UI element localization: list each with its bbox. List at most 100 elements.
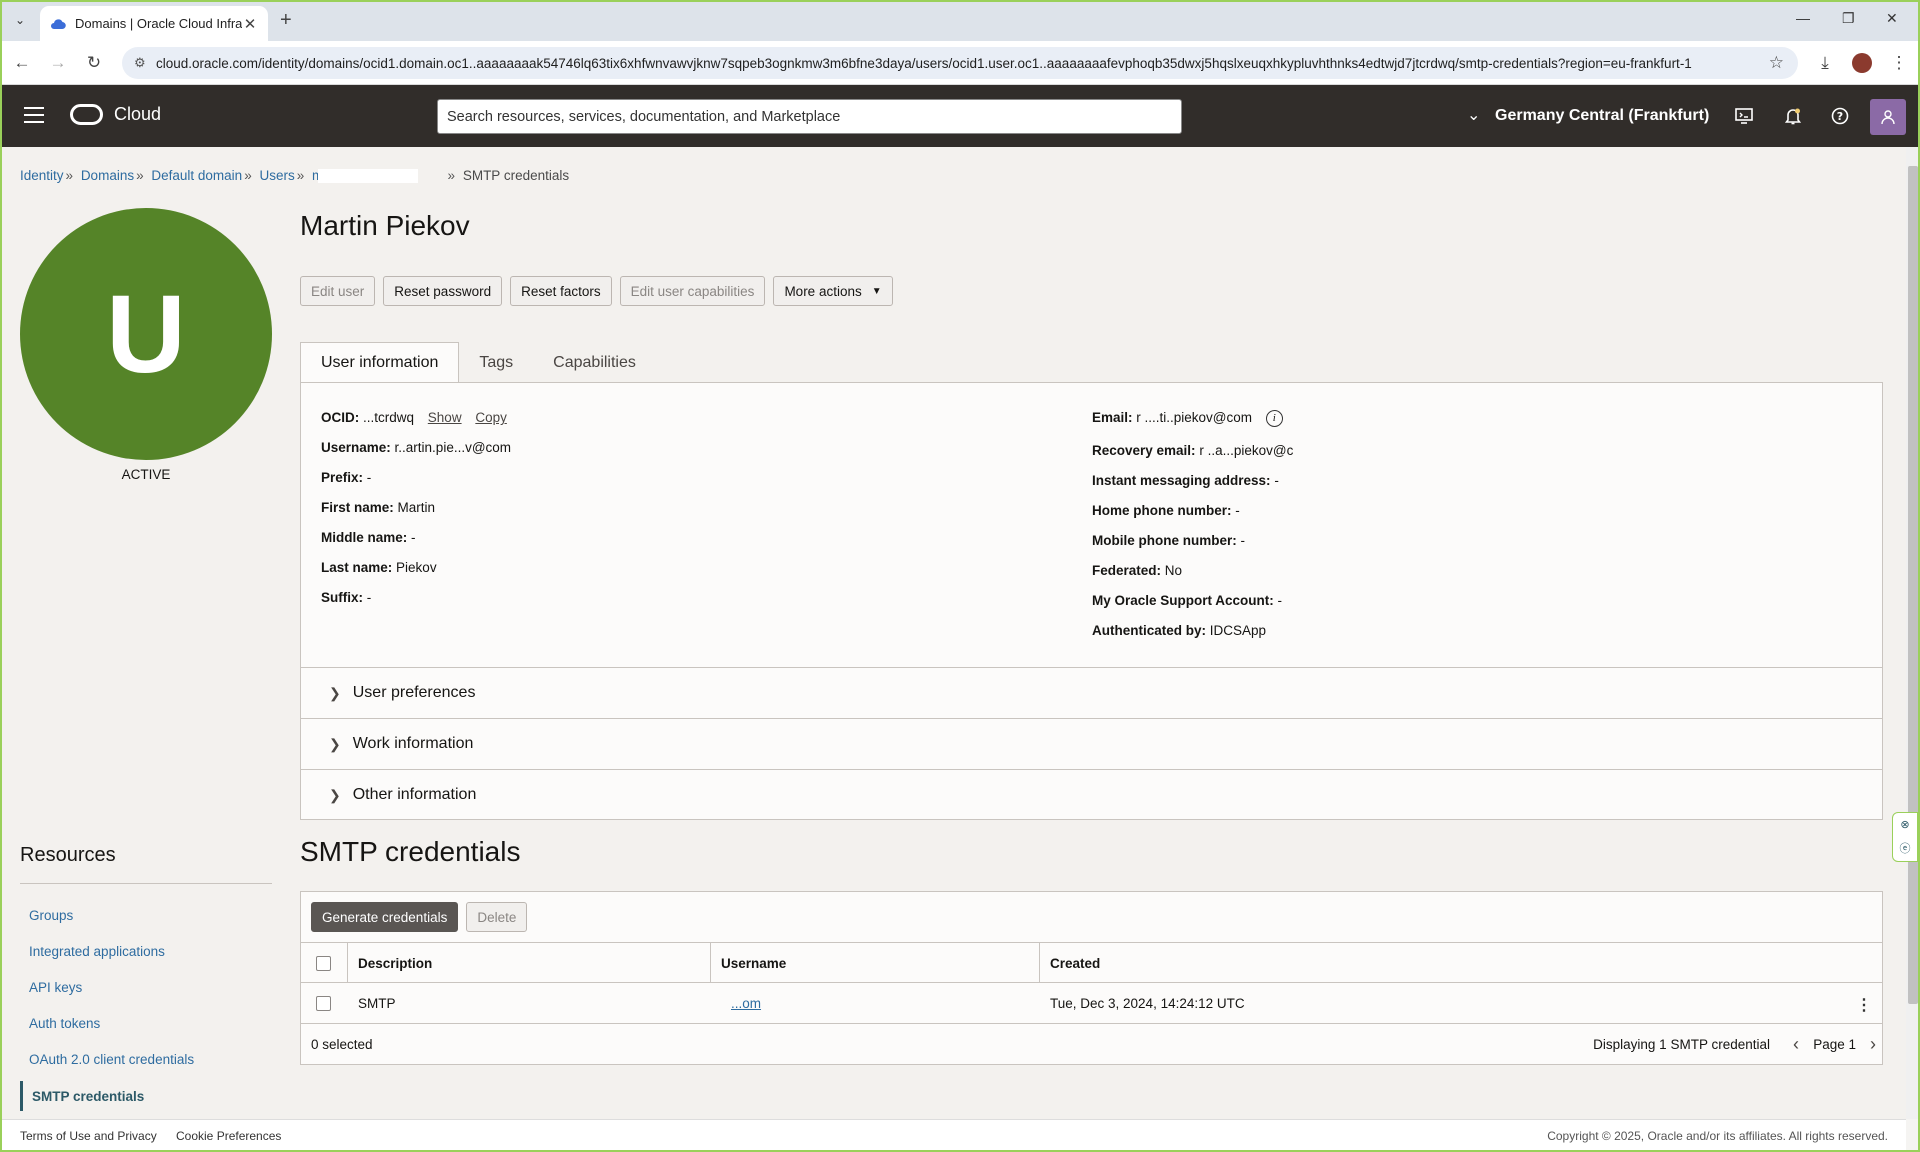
accordion-user-preferences[interactable]: ❯ User preferences xyxy=(301,667,1882,718)
region-chevron-down-icon[interactable]: ⌄ xyxy=(1467,105,1480,125)
smtp-section-title: SMTP credentials xyxy=(300,836,521,867)
edit-user-button[interactable]: Edit user xyxy=(300,276,376,306)
hamburger-menu-icon[interactable] xyxy=(24,107,44,123)
cookie-preferences-link[interactable]: Cookie Preferences xyxy=(176,1129,281,1143)
browser-menu-icon[interactable]: ⋮ xyxy=(1887,51,1911,75)
back-icon[interactable]: ← xyxy=(10,51,34,75)
region-selector[interactable]: Germany Central (Frankfurt) xyxy=(1495,107,1709,125)
user-profile-icon[interactable] xyxy=(1870,99,1906,135)
row-checkbox[interactable] xyxy=(316,995,331,1011)
user-tabs: User information Tags Capabilities xyxy=(300,342,656,383)
info-icon[interactable]: i xyxy=(1265,410,1283,427)
cloud-shell-icon[interactable] xyxy=(1733,105,1755,127)
federated-field: Federated: No xyxy=(1092,563,1183,578)
delete-button[interactable]: Delete xyxy=(466,902,528,932)
new-tab-icon[interactable]: + xyxy=(280,9,292,32)
oracle-header: Cloud Search resources, services, docume… xyxy=(0,85,1920,147)
page-title: Martin Piekov xyxy=(300,210,470,241)
ocid-show-link[interactable]: Show xyxy=(428,410,462,425)
breadcrumb-current: SMTP credentials xyxy=(462,168,570,183)
restore-icon[interactable]: ❐ xyxy=(1842,10,1855,27)
breadcrumb-domains[interactable]: Domains xyxy=(81,168,134,183)
reset-factors-button[interactable]: Reset factors xyxy=(510,276,612,306)
select-all-cell xyxy=(301,943,348,983)
page-scrollbar-thumb[interactable] xyxy=(1908,166,1918,1004)
previous-page-icon[interactable]: ‹ xyxy=(1793,1034,1799,1055)
accordion-other-information[interactable]: ❯ Other information xyxy=(301,769,1882,820)
browser-profile-avatar[interactable] xyxy=(1852,53,1872,73)
minimize-icon[interactable]: — xyxy=(1796,10,1810,26)
table-toolbar: Generate credentials Delete xyxy=(311,902,528,932)
authenticated-by-field: Authenticated by: IDCSApp xyxy=(1092,623,1267,638)
select-all-checkbox[interactable] xyxy=(316,955,331,971)
more-actions-button[interactable]: More actions ▼ xyxy=(773,276,893,306)
brand-label[interactable]: Cloud xyxy=(114,104,161,125)
browser-tab-bar: ⌄ Domains | Oracle Cloud Infrastr ✕ + — … xyxy=(0,0,1920,41)
resource-groups[interactable]: Groups xyxy=(20,900,280,930)
edit-user-capabilities-button[interactable]: Edit user capabilities xyxy=(619,276,766,306)
home-phone-field: Home phone number: - xyxy=(1092,503,1240,518)
reload-icon[interactable]: ↻ xyxy=(82,51,106,75)
terms-link[interactable]: Terms of Use and Privacy xyxy=(20,1129,157,1143)
resource-api-keys[interactable]: API keys xyxy=(20,972,280,1002)
oracle-logo-icon[interactable] xyxy=(70,104,103,125)
tab-capabilities[interactable]: Capabilities xyxy=(533,342,656,383)
ocid-field: OCID: ...tcrdwq Show Copy xyxy=(321,410,507,425)
row-created: Tue, Dec 3, 2024, 14:24:12 UTC xyxy=(1050,995,1245,1011)
user-avatar: U xyxy=(20,208,272,460)
breadcrumb-users[interactable]: Users xyxy=(259,168,294,183)
close-window-icon[interactable]: ✕ xyxy=(1886,10,1898,27)
generate-credentials-button[interactable]: Generate credentials xyxy=(311,902,459,932)
global-search-input[interactable]: Search resources, services, documentatio… xyxy=(437,99,1182,134)
notifications-bell-icon[interactable] xyxy=(1782,105,1804,127)
row-username-link[interactable]: ...om xyxy=(711,983,1040,1023)
chevron-right-icon: ❯ xyxy=(329,735,341,752)
mobile-phone-field: Mobile phone number: - xyxy=(1092,533,1246,548)
row-actions-kebab-icon[interactable]: ⋮ xyxy=(1856,995,1872,1015)
user-status: ACTIVE xyxy=(121,467,171,482)
side-widget: ⊗ ⓔ xyxy=(1892,812,1918,862)
resource-oauth-client-credentials[interactable]: OAuth 2.0 client credentials xyxy=(20,1044,280,1074)
resource-smtp-credentials[interactable]: SMTP credentials xyxy=(20,1081,280,1111)
reset-password-button[interactable]: Reset password xyxy=(383,276,503,306)
display-count: Displaying 1 SMTP credential xyxy=(1593,1037,1770,1052)
user-information-panel: OCID: ...tcrdwq Show Copy Username: r..a… xyxy=(300,382,1883,820)
column-description[interactable]: Description xyxy=(348,943,711,983)
close-circle-icon[interactable]: ⊗ xyxy=(1900,818,1909,831)
browser-tab[interactable]: Domains | Oracle Cloud Infrastr ✕ xyxy=(40,6,268,41)
column-created[interactable]: Created xyxy=(1040,943,1882,983)
accordion-work-information[interactable]: ❯ Work information xyxy=(301,718,1882,769)
tab-tags[interactable]: Tags xyxy=(459,342,533,383)
extension-icon[interactable]: ⓔ xyxy=(1900,840,1911,856)
column-username[interactable]: Username xyxy=(711,943,1040,983)
ocid-copy-link[interactable]: Copy xyxy=(475,410,507,425)
resources-divider xyxy=(20,883,272,884)
row-description: SMTP xyxy=(358,995,396,1011)
recovery-email-field: Recovery email: r ..a...piekov@c xyxy=(1092,443,1294,458)
breadcrumb-user[interactable]: martin xyxy=(312,168,419,183)
forward-icon[interactable]: → xyxy=(46,51,70,75)
tab-user-information[interactable]: User information xyxy=(300,342,460,383)
smtp-credentials-table: Generate credentials Delete Description … xyxy=(300,891,1883,1065)
more-actions-label: More actions xyxy=(784,283,862,299)
last-name-field: Last name: Piekov xyxy=(321,560,437,575)
site-info-icon[interactable]: ⚙ xyxy=(134,55,146,71)
copyright: Copyright © 2025, Oracle and/or its affi… xyxy=(1547,1129,1888,1143)
resource-auth-tokens[interactable]: Auth tokens xyxy=(20,1008,280,1038)
table-header: Description Username Created xyxy=(301,942,1882,983)
chevron-right-icon: ❯ xyxy=(329,786,341,803)
selected-count: 0 selected xyxy=(311,1037,373,1052)
address-bar[interactable]: ⚙ cloud.oracle.com/identity/domains/ocid… xyxy=(122,47,1798,79)
tab-search-chevron-icon[interactable]: ⌄ xyxy=(8,8,32,32)
email-field: Email: r ....ti..piekov@com i xyxy=(1092,410,1283,427)
breadcrumb-default-domain[interactable]: Default domain xyxy=(151,168,242,183)
breadcrumb-identity[interactable]: Identity xyxy=(20,168,64,183)
resource-integrated-applications[interactable]: Integrated applications xyxy=(20,936,280,966)
next-page-icon[interactable]: › xyxy=(1870,1034,1876,1055)
row-select-cell xyxy=(301,983,348,1023)
download-icon[interactable]: ⤓ xyxy=(1813,51,1837,75)
help-icon[interactable]: ? xyxy=(1829,105,1851,127)
bookmark-star-icon[interactable]: ☆ xyxy=(1769,53,1784,73)
first-name-field: First name: Martin xyxy=(321,500,436,515)
close-tab-icon[interactable]: ✕ xyxy=(242,15,258,33)
